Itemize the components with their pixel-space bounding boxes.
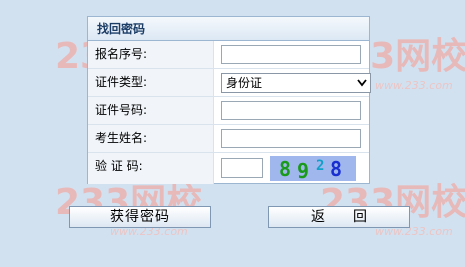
id-type-selected-value: 身份证	[226, 76, 263, 90]
registration-no-input[interactable]	[221, 45, 361, 64]
find-password-panel: 找回密码 报名序号: 证件类型: 身份证 证件号码: 考生姓名: 验 证 码: …	[87, 16, 371, 184]
id-no-row: 证件号码:	[88, 97, 369, 125]
captcha-label: 验 证 码:	[88, 153, 214, 184]
id-type-select[interactable]: 身份证	[221, 73, 371, 93]
captcha-digit: 9	[297, 159, 310, 181]
back-button[interactable]: 返回	[268, 206, 410, 228]
captcha-row: 验 证 码: 8 9 2 8	[88, 153, 369, 184]
id-no-label: 证件号码:	[88, 97, 214, 124]
name-input[interactable]	[221, 129, 361, 148]
panel-title: 找回密码	[88, 17, 369, 41]
captcha-digit: 2	[316, 158, 325, 174]
captcha-image[interactable]: 8 9 2 8	[270, 156, 356, 181]
name-label: 考生姓名:	[88, 125, 214, 152]
svg-text:www.233.com: www.233.com	[375, 79, 453, 92]
name-row: 考生姓名:	[88, 125, 369, 153]
id-type-label: 证件类型:	[88, 69, 214, 96]
captcha-digit: 8	[330, 157, 343, 181]
id-type-row: 证件类型: 身份证	[88, 69, 371, 97]
chevron-down-icon	[357, 79, 367, 87]
get-password-button[interactable]: 获得密码	[69, 206, 211, 228]
captcha-input[interactable]	[221, 158, 263, 178]
captcha-digit: 8	[279, 157, 292, 181]
registration-no-label: 报名序号:	[88, 41, 214, 68]
id-no-input[interactable]	[221, 101, 361, 120]
registration-no-row: 报名序号:	[88, 41, 369, 69]
